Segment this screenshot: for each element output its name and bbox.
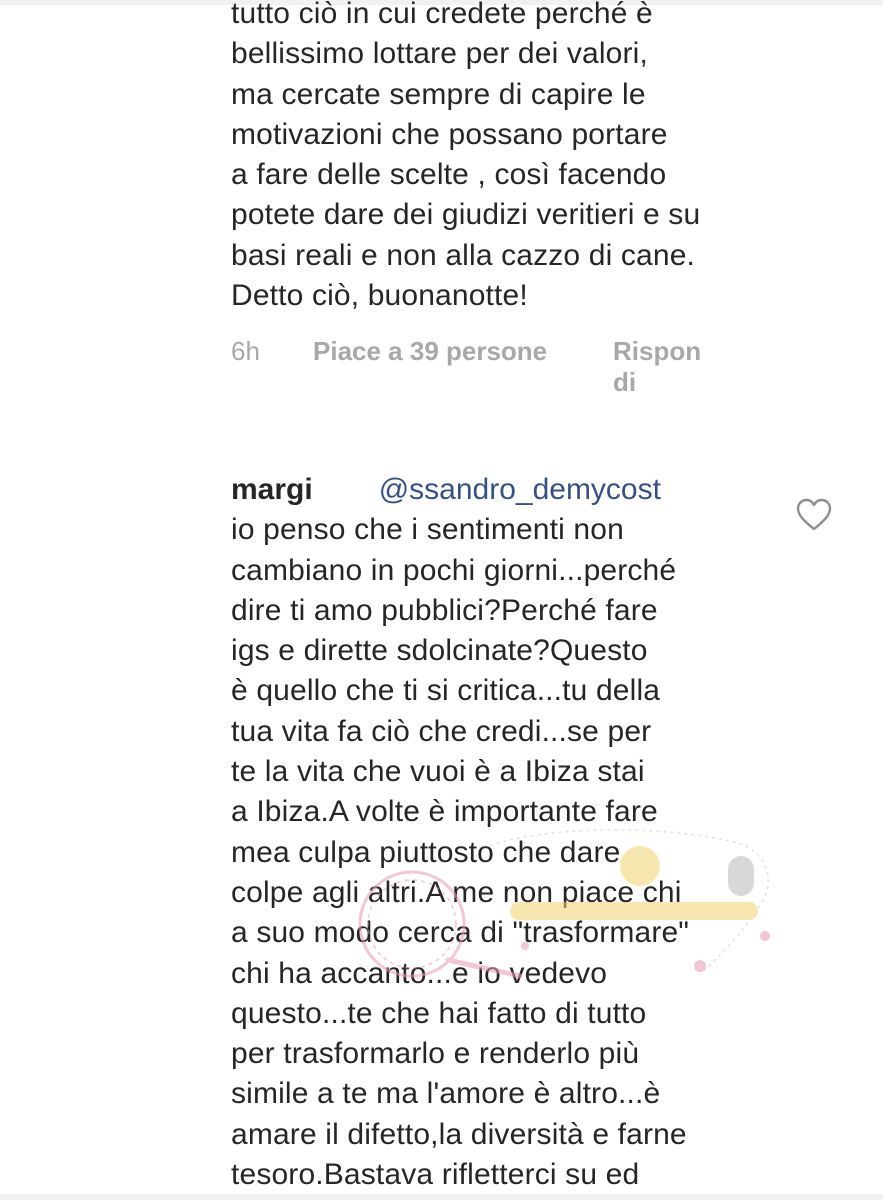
comment-timestamp: 6h — [231, 336, 260, 366]
heart-icon-shape — [796, 498, 832, 531]
comment-line: potete dare dei giudizi veritieri e su — [231, 198, 701, 232]
comment-line: basi reali e non alla cazzo di cane. — [231, 238, 696, 272]
comment-line: igs e dirette sdolcinate?Questo — [231, 634, 648, 668]
comment-line: amare il difetto,la diversità e farne — [231, 1117, 687, 1151]
comment-likes-count[interactable]: Piace a 39 persone — [313, 336, 547, 367]
comment-line: è quello che ti si critica...tu della — [231, 674, 661, 708]
mention-link[interactable]: @ssandro_demycost — [379, 473, 661, 506]
comment-line: per trasformarlo e renderlo più — [231, 1037, 640, 1071]
comment-line: tesoro.Bastava rifletterci su ed — [231, 1158, 640, 1192]
comment-line: io penso che i sentimenti non — [231, 513, 624, 547]
comment: margi @ssandro_demycost io penso che i se… — [231, 470, 791, 1195]
comment-line: colpe agli altri.A me non piace chi — [231, 875, 682, 909]
comment-line: cambiano in pochi giorni...perché — [231, 553, 677, 587]
comment-continued: tutto ciò in cui credete perché è bellis… — [231, 0, 791, 316]
comment-line: Detto ciò, buonanotte! — [231, 279, 528, 313]
comment-line: tua vita fa ciò che credi...se per — [231, 714, 652, 748]
comment-meta-row: 6h Piace a 39 persone Rispon di — [231, 336, 751, 406]
comment-username[interactable]: margi — [231, 473, 313, 506]
comment-line: chi ha accanto...e io vedevo — [231, 956, 608, 990]
comment-line: dire ti amo pubblici?Perché fare — [231, 593, 658, 627]
comment-line: te la vita che vuoi è a Ibiza stai — [231, 755, 645, 789]
comment-line: motivazioni che possano portare — [231, 117, 668, 151]
comment-line: simile a te ma l'amore è altro...è — [231, 1077, 661, 1111]
comment-line: tutto ciò in cui credete perché è — [231, 0, 653, 30]
bottom-edge — [0, 1194, 883, 1200]
comment-line: a fare delle scelte , così facendo — [231, 158, 667, 192]
comment-line: a suo modo cerca di "trasformare" — [231, 916, 690, 950]
comment-line: questo...te che hai fatto di tutto — [231, 996, 647, 1030]
comment-text: io penso che i sentimenti non cambiano i… — [231, 510, 791, 1195]
comment-text: tutto ciò in cui credete perché è bellis… — [231, 0, 791, 316]
reply-button[interactable]: Rispon di — [613, 336, 713, 398]
heart-outline-icon[interactable] — [796, 498, 832, 532]
comment-line: bellissimo lottare per dei valori, — [231, 37, 648, 71]
comment-header: margi @ssandro_demycost — [231, 470, 791, 510]
comment-line: a Ibiza.A volte è importante fare — [231, 795, 658, 829]
comment-line: mea culpa piuttosto che dare — [231, 835, 621, 869]
comment-line: ma cercate sempre di capire le — [231, 77, 646, 111]
